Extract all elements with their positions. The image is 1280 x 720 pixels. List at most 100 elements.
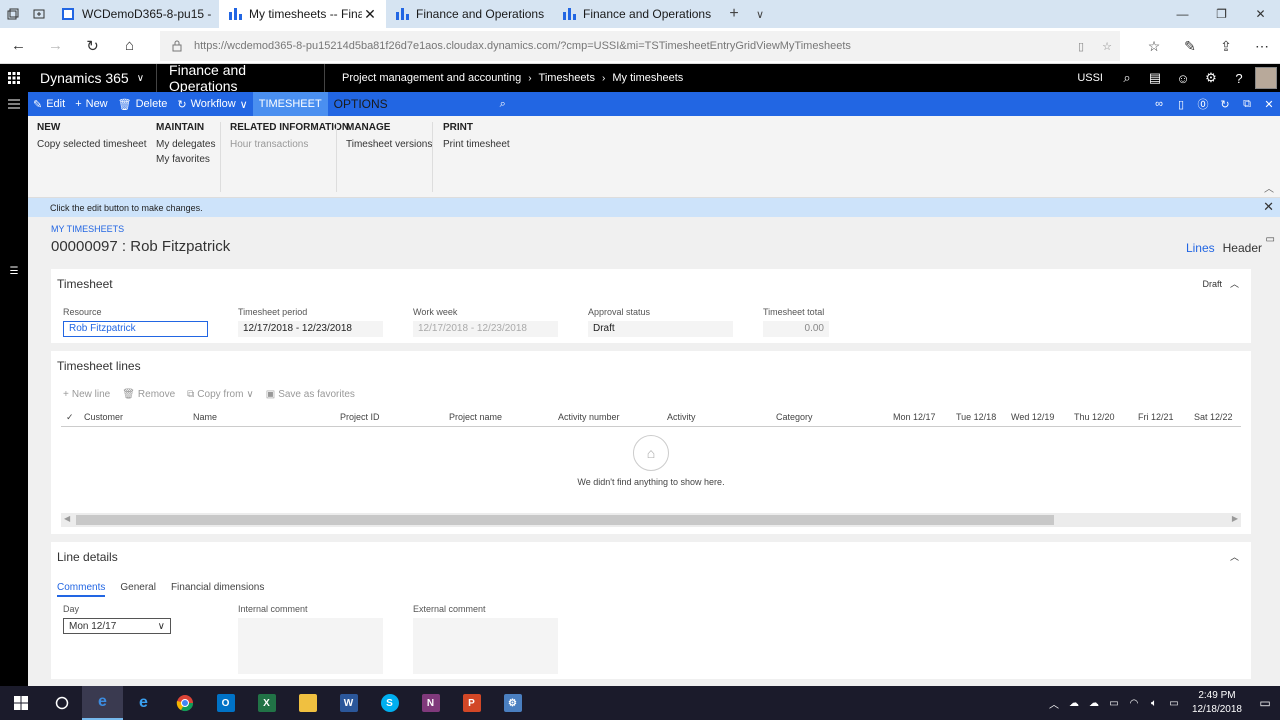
office-icon[interactable]: ▯ — [1170, 98, 1192, 111]
breadcrumb-timesheets[interactable]: Timesheets — [539, 72, 595, 84]
column-header[interactable]: Name — [193, 412, 217, 422]
internal-comment-input[interactable] — [238, 618, 383, 674]
back-icon[interactable]: ← — [0, 28, 37, 64]
column-header[interactable]: Mon 12/17 — [893, 412, 936, 422]
network-icon[interactable]: ◠ — [1124, 698, 1144, 709]
scroll-left-icon[interactable]: ◀ — [64, 514, 70, 523]
refresh-icon[interactable]: ↻ — [74, 28, 111, 64]
forward-icon[interactable]: → — [37, 28, 74, 64]
share-icon[interactable]: ⇪ — [1208, 38, 1244, 55]
day-select[interactable]: Mon 12/17 ∨ — [63, 618, 171, 634]
link-icon[interactable]: ∞ — [1148, 98, 1170, 110]
delete-button[interactable]: 🗑︎ Delete — [113, 92, 173, 116]
powerpoint-icon[interactable]: P — [451, 686, 492, 720]
brand-menu[interactable]: Dynamics 365 ∨ — [28, 64, 158, 92]
file-explorer-icon[interactable] — [287, 686, 328, 720]
avatar[interactable] — [1255, 67, 1277, 89]
header-view-link[interactable]: Header — [1223, 241, 1262, 255]
chrome-icon[interactable] — [164, 686, 205, 720]
favorite-star-icon[interactable]: ☆ — [1094, 40, 1120, 53]
cortana-icon[interactable] — [41, 686, 82, 720]
tab-comments[interactable]: Comments — [57, 582, 106, 597]
tab-financial-dimensions[interactable]: Financial dimensions — [171, 582, 264, 597]
battery-icon[interactable]: ▭ — [1104, 698, 1124, 709]
chevron-up-icon[interactable]: ︿ — [1230, 550, 1239, 563]
settings-gear-icon[interactable]: ⚙ — [1197, 70, 1225, 86]
new-tab-icon[interactable]: + — [720, 5, 748, 23]
copy-from-button[interactable]: ⧉ Copy from ∨ — [187, 389, 254, 400]
column-header[interactable]: Wed 12/19 — [1011, 412, 1054, 422]
internet-explorer-icon[interactable]: e — [123, 686, 164, 720]
close-page-icon[interactable]: ✕ — [1258, 98, 1280, 111]
page-options-icon[interactable]: ▭ — [1266, 234, 1275, 245]
search-actions-icon[interactable]: ⌕ — [495, 92, 511, 116]
tab-general[interactable]: General — [120, 582, 156, 597]
close-message-icon[interactable]: ✕ — [1263, 199, 1274, 215]
column-header[interactable]: Category — [776, 412, 813, 422]
feedback-smiley-icon[interactable]: ☺ — [1169, 71, 1197, 86]
maximize-icon[interactable]: ❐ — [1202, 0, 1241, 28]
volume-icon[interactable]: 🔈︎ — [1144, 698, 1164, 709]
my-favorites-button[interactable]: My favorites — [156, 154, 215, 165]
minimize-icon[interactable]: — — [1163, 0, 1202, 28]
workflow-button[interactable]: ↻ Workflow ∨ — [172, 92, 252, 116]
browser-tab-2[interactable]: My timesheets -- Financ ✕ — [219, 0, 386, 28]
new-line-button[interactable]: + New line — [63, 389, 110, 400]
timesheet-total-input[interactable]: 0.00 — [763, 321, 829, 337]
open-new-window-icon[interactable]: ⧉ — [1236, 98, 1258, 111]
word-icon[interactable]: W — [328, 686, 369, 720]
timesheet-period-input[interactable]: 12/17/2018 - 12/23/2018 — [238, 321, 383, 337]
outlook-icon[interactable]: O — [205, 686, 246, 720]
breadcrumb-module[interactable]: Project management and accounting — [342, 72, 521, 84]
copy-selected-timesheet-button[interactable]: Copy selected timesheet — [37, 139, 147, 150]
onenote-icon[interactable]: N — [410, 686, 451, 720]
hamburger-menu-icon[interactable] — [0, 92, 28, 116]
tab-preview-chevron-icon[interactable]: ∨ — [748, 8, 772, 21]
scroll-right-icon[interactable]: ▶ — [1232, 514, 1238, 523]
show-hidden-icons-icon[interactable]: ︿ — [1044, 696, 1064, 711]
column-header[interactable]: Activity number — [558, 412, 620, 422]
cloud-icon[interactable]: ☁ — [1084, 698, 1104, 709]
column-header[interactable]: Project ID — [340, 412, 380, 422]
hour-transactions-button[interactable]: Hour transactions — [230, 139, 349, 150]
chevron-up-icon[interactable]: ︿ — [1230, 277, 1239, 290]
url-field[interactable]: https://wcdemod365-8-pu15214d5ba81f26d7e… — [160, 31, 1120, 61]
reading-view-icon[interactable]: ▯ — [1068, 40, 1094, 53]
action-center-icon[interactable]: ▭ — [1250, 696, 1280, 710]
column-header[interactable]: Project name — [449, 412, 502, 422]
app-launcher-icon[interactable] — [0, 64, 28, 92]
new-button[interactable]: + New — [70, 92, 112, 116]
external-comment-input[interactable] — [413, 618, 558, 674]
more-icon[interactable]: ⋯ — [1244, 38, 1280, 55]
home-icon[interactable]: ⌂ — [111, 28, 148, 64]
close-tab-icon[interactable]: ✕ — [362, 6, 378, 23]
input-icon[interactable]: ▭ — [1164, 698, 1184, 709]
my-delegates-button[interactable]: My delegates — [156, 139, 215, 150]
lines-view-link[interactable]: Lines — [1186, 241, 1215, 255]
help-icon[interactable]: ? — [1225, 71, 1253, 86]
tab-timesheet[interactable]: TIMESHEET — [252, 92, 328, 116]
tab-options[interactable]: OPTIONS — [328, 92, 495, 116]
breadcrumb-my-timesheets[interactable]: My timesheets — [612, 72, 683, 84]
search-icon[interactable]: ⌕ — [1113, 70, 1141, 86]
select-all-checkmark-icon[interactable]: ✓ — [66, 412, 74, 423]
company-picker[interactable]: USSI — [1077, 72, 1103, 84]
collapse-ribbon-icon[interactable]: ︿ — [1264, 180, 1274, 195]
skype-icon[interactable]: S — [369, 686, 410, 720]
column-header[interactable]: Sat 12/22 — [1194, 412, 1233, 422]
gear-app-icon[interactable]: ⚙ — [492, 686, 533, 720]
column-header[interactable]: Activity — [667, 412, 696, 422]
tab-manager-icon[interactable] — [0, 0, 26, 28]
timesheet-versions-button[interactable]: Timesheet versions — [346, 139, 432, 150]
work-week-input[interactable]: 12/17/2018 - 12/23/2018 — [413, 321, 558, 337]
windows-start-icon[interactable] — [0, 686, 41, 720]
print-timesheet-button[interactable]: Print timesheet — [443, 139, 510, 150]
clock[interactable]: 2:49 PM 12/18/2018 — [1192, 689, 1242, 717]
browser-tab-3[interactable]: Finance and Operations — [386, 0, 553, 28]
onedrive-icon[interactable]: ☁ — [1064, 698, 1084, 709]
set-aside-tabs-icon[interactable] — [26, 0, 52, 28]
approval-status-input[interactable]: Draft — [588, 321, 733, 337]
horizontal-scrollbar[interactable]: ◀ ▶ — [61, 513, 1241, 527]
resource-input[interactable]: Rob Fitzpatrick — [63, 321, 208, 337]
column-header[interactable]: Customer — [84, 412, 123, 422]
